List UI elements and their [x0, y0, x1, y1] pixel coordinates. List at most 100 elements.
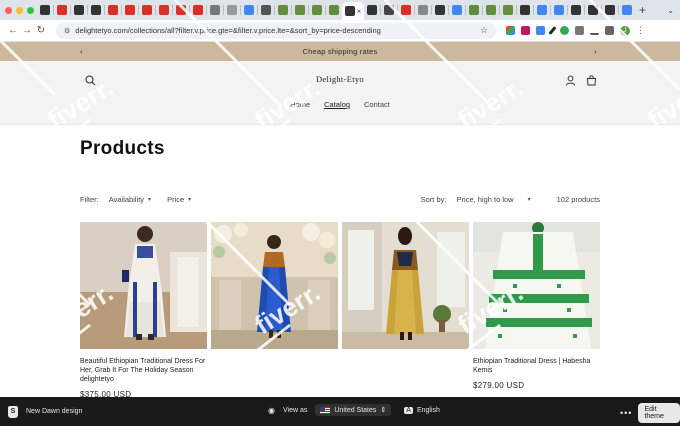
- chevron-down-icon: ▾: [148, 197, 152, 203]
- speaker-icon[interactable]: [210, 5, 220, 15]
- product-card[interactable]: Ethiopian Traditional Dress | Habesha Ke…: [473, 222, 600, 399]
- tab-favicon[interactable]: [108, 5, 118, 15]
- tab-favicon[interactable]: [193, 5, 203, 15]
- tab-list: × +: [40, 0, 667, 20]
- filter-price-dropdown[interactable]: Price ▾: [167, 195, 191, 204]
- back-arrow-icon[interactable]: ←: [6, 25, 20, 36]
- downloads-icon[interactable]: [590, 26, 599, 35]
- profile-avatar[interactable]: J: [620, 25, 630, 36]
- filter-availability-label: Availability: [108, 195, 145, 204]
- product-price: $279.00 USD: [473, 381, 525, 390]
- site-logo[interactable]: Delight-Etyo: [0, 74, 680, 84]
- extension-icon[interactable]: [560, 26, 569, 35]
- maximize-window-button[interactable]: [27, 6, 34, 14]
- product-card[interactable]: Beautiful Ethiopian Traditional Dress Fo…: [80, 222, 207, 399]
- google-icon[interactable]: [244, 5, 254, 15]
- shopify-icon[interactable]: [295, 5, 305, 15]
- tab-favicon[interactable]: [125, 5, 135, 15]
- tab-favicon[interactable]: [537, 5, 547, 15]
- tab-favicon[interactable]: [74, 5, 84, 15]
- shopify-icon[interactable]: [486, 5, 496, 15]
- tab-favicon[interactable]: [622, 5, 632, 15]
- product-title[interactable]: Beautiful Ethiopian Traditional Dress Fo…: [80, 357, 207, 384]
- chevron-down-icon: ▾: [527, 197, 531, 203]
- google-icon[interactable]: [452, 5, 462, 15]
- address-bar[interactable]: ⚙ delightetyo.com/collections/all?filter…: [56, 22, 496, 39]
- tab-favicon[interactable]: [605, 5, 615, 15]
- new-tab-icon[interactable]: +: [639, 3, 646, 17]
- tab-search-chevron-icon[interactable]: ⌄: [667, 6, 674, 15]
- tab-favicon[interactable]: [40, 5, 50, 15]
- tab-favicon[interactable]: [588, 5, 598, 15]
- theme-preview-bar: S New Dawn design ◉ View as United State…: [0, 397, 680, 426]
- tab-favicon[interactable]: [176, 5, 186, 15]
- shopify-icon[interactable]: [312, 5, 322, 15]
- sort-area: Sort by: Price, high to low ▾ 102 produc…: [421, 195, 600, 204]
- product-image[interactable]: [80, 222, 207, 349]
- announcement-next-icon[interactable]: ›: [594, 47, 597, 56]
- browser-menu-icon[interactable]: ⋮: [636, 25, 645, 36]
- sort-value: Price, high to low: [456, 195, 514, 204]
- puzzle-icon[interactable]: [575, 26, 584, 35]
- close-tab-icon[interactable]: ×: [357, 7, 362, 16]
- announcement-prev-icon[interactable]: ‹: [80, 47, 83, 56]
- product-image[interactable]: [473, 222, 600, 349]
- browser-toolbar: ← → ↻ ⚙ delightetyo.com/collections/all?…: [0, 20, 680, 42]
- site-header: Delight-Etyo Home Catalog Contact: [0, 61, 680, 125]
- reload-icon[interactable]: ↻: [34, 25, 48, 36]
- filter-label: Filter:: [80, 195, 99, 204]
- active-tab[interactable]: ×: [342, 2, 364, 20]
- nav-catalog[interactable]: Catalog: [324, 100, 350, 109]
- shopify-icon[interactable]: [278, 5, 288, 15]
- language-selector[interactable]: A English: [399, 405, 445, 416]
- filter-availability-dropdown[interactable]: Availability ▾: [109, 195, 151, 204]
- product-count: 102 products: [556, 195, 600, 204]
- filter-price-label: Price: [167, 195, 185, 204]
- tab-favicon[interactable]: [520, 5, 530, 15]
- more-options-icon[interactable]: •••: [620, 408, 632, 418]
- cast-icon[interactable]: [605, 26, 614, 35]
- tab-favicon[interactable]: [554, 5, 564, 15]
- close-window-button[interactable]: [5, 6, 12, 14]
- edit-theme-button[interactable]: Edit theme: [638, 403, 680, 423]
- nav-contact[interactable]: Contact: [364, 100, 390, 109]
- product-image[interactable]: [211, 222, 338, 349]
- forward-arrow-icon[interactable]: →: [20, 25, 34, 36]
- shopify-icon[interactable]: [469, 5, 479, 15]
- tab-favicon[interactable]: [367, 5, 377, 15]
- bookmark-star-icon[interactable]: ☆: [480, 25, 488, 36]
- account-icon[interactable]: [565, 73, 576, 91]
- shopify-icon[interactable]: [503, 5, 513, 15]
- extension-icon[interactable]: [536, 26, 545, 35]
- tab-favicon[interactable]: [384, 5, 394, 15]
- tab-favicon[interactable]: [91, 5, 101, 15]
- product-grid: Beautiful Ethiopian Traditional Dress Fo…: [80, 222, 600, 399]
- tab-favicon[interactable]: [571, 5, 581, 15]
- shopify-bag-icon: S: [8, 405, 18, 418]
- gmail-icon[interactable]: [401, 5, 411, 15]
- product-title[interactable]: Ethiopian Traditional Dress | Habesha Ke…: [473, 357, 600, 375]
- download-extension-icon[interactable]: [521, 26, 530, 35]
- tab-favicon[interactable]: [57, 5, 67, 15]
- tab-favicon[interactable]: [227, 5, 237, 15]
- shopify-icon[interactable]: [329, 5, 339, 15]
- product-image[interactable]: [342, 222, 469, 349]
- extension-icon[interactable]: [506, 26, 515, 35]
- tab-favicon[interactable]: [435, 5, 445, 15]
- tab-favicon[interactable]: [142, 5, 152, 15]
- tab-favicon[interactable]: [261, 5, 271, 15]
- tab-favicon: [344, 6, 355, 16]
- tab-favicon[interactable]: [159, 5, 169, 15]
- nav-home[interactable]: Home: [290, 100, 310, 109]
- preview-actions: ••• Edit theme: [620, 403, 680, 423]
- sort-select[interactable]: Price, high to low ▾: [456, 195, 530, 204]
- product-card[interactable]: [342, 222, 469, 399]
- cart-icon[interactable]: [586, 73, 597, 91]
- tab-favicon[interactable]: [418, 5, 428, 15]
- pen-icon[interactable]: [548, 26, 557, 35]
- site-info-icon[interactable]: ⚙: [64, 27, 70, 35]
- page-title: Products: [80, 138, 165, 159]
- country-selector[interactable]: United States ⇕: [315, 404, 392, 416]
- product-card[interactable]: [211, 222, 338, 399]
- minimize-window-button[interactable]: [16, 6, 23, 14]
